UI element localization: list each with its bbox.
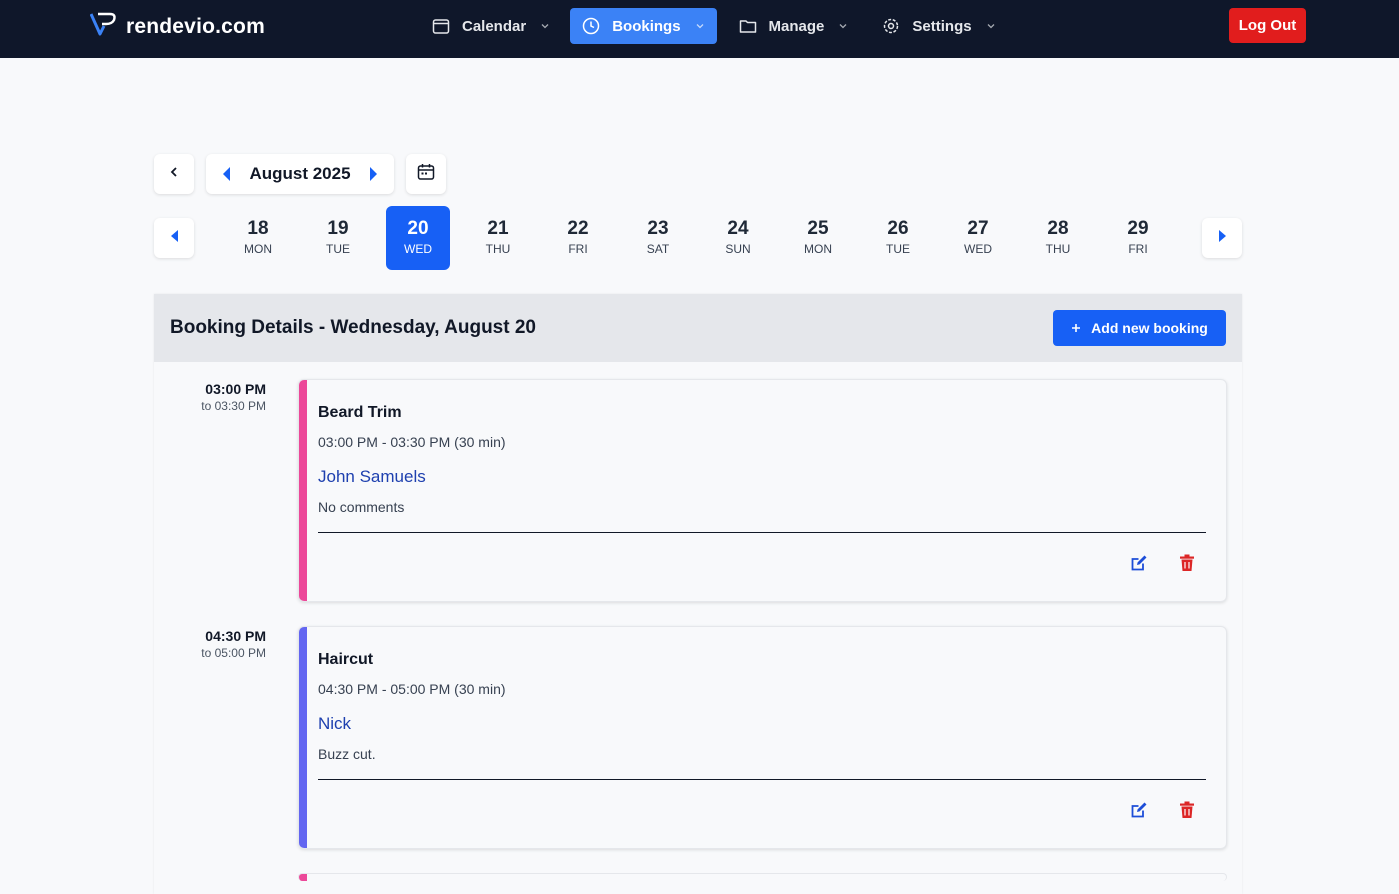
day-number: 24	[727, 218, 749, 239]
back-button[interactable]	[154, 154, 194, 194]
day-26[interactable]: 26 TUE	[866, 206, 930, 270]
chevron-down-icon	[986, 21, 996, 31]
day-number: 26	[887, 218, 909, 239]
divider	[318, 532, 1206, 533]
month-selector: August 2025	[206, 154, 394, 194]
booking-service: Beard Trim	[318, 404, 402, 421]
caret-right-icon	[1218, 229, 1227, 248]
nav-calendar[interactable]: Calendar	[420, 8, 562, 44]
booking-start-time: 03:00 PM	[205, 381, 266, 397]
day-of-week: MON	[804, 242, 832, 256]
chevron-left-icon	[168, 165, 180, 183]
folder-icon	[739, 17, 757, 35]
booking-color-stripe	[299, 627, 307, 848]
booking-comment: Buzz cut.	[318, 746, 376, 762]
day-18[interactable]: 18 MON	[226, 206, 290, 270]
date-picker-button[interactable]	[406, 154, 446, 194]
booking-color-stripe	[299, 380, 307, 601]
nav-settings-label: Settings	[912, 17, 972, 35]
gear-icon	[882, 17, 900, 35]
day-21[interactable]: 21 THU	[466, 206, 530, 270]
day-23[interactable]: 23 SAT	[626, 206, 690, 270]
nav-bookings[interactable]: Bookings	[570, 8, 717, 44]
day-29[interactable]: 29 FRI	[1106, 206, 1170, 270]
chevron-down-icon	[540, 21, 550, 31]
plus-icon	[1071, 320, 1081, 336]
day-of-week: THU	[485, 242, 511, 256]
nav-manage[interactable]: Manage	[727, 8, 861, 44]
calendar-icon	[432, 17, 450, 35]
day-number: 22	[567, 218, 589, 239]
edit-icon[interactable]	[1130, 801, 1148, 819]
day-25[interactable]: 25 MON	[786, 206, 850, 270]
booking-panel-header: Booking Details - Wednesday, August 20 A…	[154, 294, 1242, 362]
day-27[interactable]: 27 WED	[946, 206, 1010, 270]
day-of-week: TUE	[886, 242, 910, 256]
booking-start-time: 04:30 PM	[205, 628, 266, 644]
day-of-week: WED	[964, 242, 992, 256]
next-month-icon[interactable]	[368, 166, 378, 187]
day-of-week: WED	[404, 242, 432, 256]
chevron-down-icon	[838, 21, 848, 31]
trash-icon[interactable]	[1179, 801, 1195, 819]
day-number: 21	[487, 218, 509, 239]
trash-icon[interactable]	[1179, 554, 1195, 572]
booking-card: Beard Trim 03:00 PM - 03:30 PM (30 min) …	[298, 379, 1227, 602]
panel-title: Booking Details - Wednesday, August 20	[170, 317, 536, 338]
booking-time-range: 04:30 PM - 05:00 PM (30 min)	[318, 681, 506, 697]
chevron-down-icon	[695, 21, 705, 31]
day-of-week: SUN	[725, 242, 751, 256]
divider	[318, 779, 1206, 780]
day-of-week: TUE	[326, 242, 350, 256]
brand-name: rendevio.com	[126, 14, 265, 38]
calendar-icon	[417, 163, 435, 186]
day-number: 18	[247, 218, 269, 239]
booking-end-time: to 05:00 PM	[201, 646, 266, 660]
day-number: 28	[1047, 218, 1069, 239]
day-of-week: THU	[1045, 242, 1071, 256]
prev-days-button[interactable]	[154, 218, 194, 258]
day-28[interactable]: 28 THU	[1026, 206, 1090, 270]
booking-client-link[interactable]: Nick	[318, 714, 351, 734]
booking-end-time: to 03:30 PM	[201, 399, 266, 413]
add-booking-button[interactable]: Add new booking	[1053, 310, 1226, 346]
booking-time: 03:00 PM to 03:30 PM	[154, 381, 266, 413]
month-label: August 2025	[249, 164, 351, 183]
booking-comment: No comments	[318, 499, 405, 515]
day-number: 23	[647, 218, 669, 239]
day-number: 20	[407, 218, 429, 239]
day-of-week: SAT	[646, 242, 670, 256]
rendevio-logo-icon	[89, 12, 118, 41]
day-of-week: FRI	[1128, 242, 1148, 256]
day-19[interactable]: 19 TUE	[306, 206, 370, 270]
day-number: 19	[327, 218, 349, 239]
day-number: 29	[1127, 218, 1149, 239]
add-booking-label: Add new booking	[1091, 320, 1208, 336]
logout-button[interactable]: Log Out	[1229, 8, 1306, 43]
caret-left-icon	[170, 229, 179, 248]
nav-manage-label: Manage	[768, 17, 825, 35]
day-20-selected[interactable]: 20 WED	[386, 206, 450, 270]
day-number: 27	[967, 218, 989, 239]
main-nav: Calendar Bookings Manage Settings	[420, 8, 1014, 44]
next-days-button[interactable]	[1202, 218, 1242, 258]
booking-service: Haircut	[318, 651, 374, 668]
booking-time: 04:30 PM to 05:00 PM	[154, 628, 266, 660]
day-number: 25	[807, 218, 829, 239]
day-of-week: MON	[244, 242, 272, 256]
day-22[interactable]: 22 FRI	[546, 206, 610, 270]
booking-client-link[interactable]: John Samuels	[318, 467, 426, 487]
booking-card: Haircut 04:30 PM - 05:00 PM (30 min) Nic…	[298, 626, 1227, 849]
top-navbar: rendevio.com Calendar Bookings Manage Se…	[0, 0, 1399, 58]
nav-bookings-label: Bookings	[612, 17, 681, 35]
nav-calendar-label: Calendar	[462, 17, 527, 35]
nav-settings[interactable]: Settings	[870, 8, 1007, 44]
edit-icon[interactable]	[1130, 554, 1148, 572]
day-of-week: FRI	[568, 242, 588, 256]
booking-time-range: 03:00 PM - 03:30 PM (30 min)	[318, 434, 506, 450]
clock-icon	[582, 17, 600, 35]
brand-logo[interactable]: rendevio.com	[89, 12, 265, 41]
day-24[interactable]: 24 SUN	[706, 206, 770, 270]
